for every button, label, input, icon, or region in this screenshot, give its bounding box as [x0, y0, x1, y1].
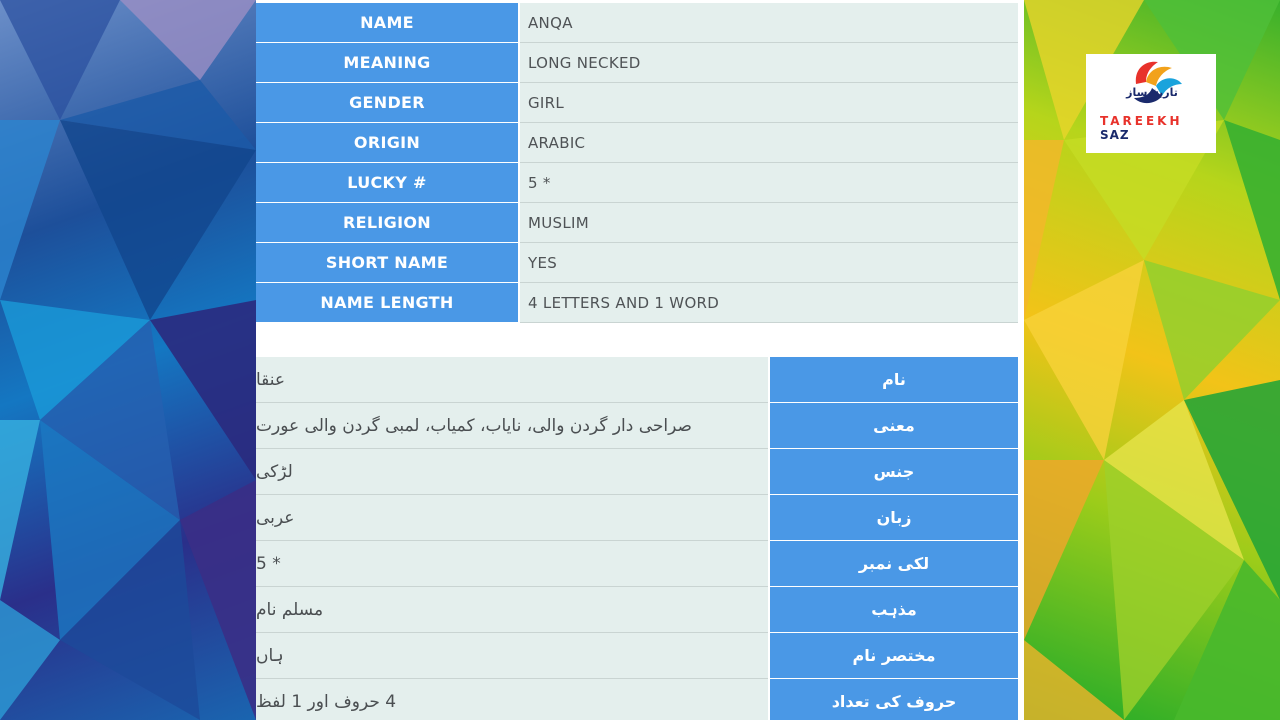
- row-label: جنس: [768, 449, 1018, 495]
- row-label: SHORT NAME: [256, 243, 520, 283]
- row-value: صراحی دار گردن والی، نایاب، کمیاب، لمبی …: [256, 403, 768, 449]
- row-value: 5 *: [520, 163, 1018, 203]
- row-label: GENDER: [256, 83, 520, 123]
- row-value: 5 *: [256, 541, 768, 587]
- table-row: مسلم نام مذہب: [256, 587, 1018, 633]
- table-row: MEANING LONG NECKED: [256, 43, 1018, 83]
- row-label: RELIGION: [256, 203, 520, 243]
- row-value: LONG NECKED: [520, 43, 1018, 83]
- table-row: GENDER GIRL: [256, 83, 1018, 123]
- row-value: عنقا: [256, 357, 768, 403]
- logo-brand-suffix: SAZ: [1100, 128, 1130, 142]
- row-value: YES: [520, 243, 1018, 283]
- table-row: ORIGIN ARABIC: [256, 123, 1018, 163]
- row-value: ANQA: [520, 3, 1018, 43]
- row-label: نام: [768, 357, 1018, 403]
- table-row: SHORT NAME YES: [256, 243, 1018, 283]
- row-value: GIRL: [520, 83, 1018, 123]
- table-row: NAME LENGTH 4 LETTERS AND 1 WORD: [256, 283, 1018, 323]
- row-value: ہاں: [256, 633, 768, 679]
- row-value-text: 5 *: [256, 553, 281, 574]
- row-label: حروف کی تعداد: [768, 679, 1018, 720]
- row-label: زبان: [768, 495, 1018, 541]
- table-row: RELIGION MUSLIM: [256, 203, 1018, 243]
- row-value-text: لڑکی: [256, 461, 293, 482]
- english-name-table: NAME ANQA MEANING LONG NECKED GENDER GIR…: [256, 3, 1018, 323]
- row-value-text: عربی: [256, 507, 295, 528]
- row-value-text: ہاں: [256, 646, 284, 666]
- row-value: ARABIC: [520, 123, 1018, 163]
- row-value: 4 LETTERS AND 1 WORD: [520, 283, 1018, 323]
- urdu-name-table: عنقا نام صراحی دار گردن والی، نایاب، کمی…: [256, 357, 1018, 720]
- row-label: لکی نمبر: [768, 541, 1018, 587]
- page: NAME ANQA MEANING LONG NECKED GENDER GIR…: [0, 0, 1280, 720]
- row-value-text: صراحی دار گردن والی، نایاب، کمیاب، لمبی …: [256, 415, 692, 436]
- table-row: LUCKY # 5 *: [256, 163, 1018, 203]
- logo-brand-text: TAREEKH SAZ: [1100, 114, 1216, 142]
- row-label: مختصر نام: [768, 633, 1018, 679]
- logo-swirl-icon: تاریخ ساز: [1125, 61, 1182, 104]
- left-background-panel: [0, 0, 256, 720]
- table-row: ہاں مختصر نام: [256, 633, 1018, 679]
- row-label: NAME: [256, 3, 520, 43]
- main-content: NAME ANQA MEANING LONG NECKED GENDER GIR…: [256, 0, 1024, 720]
- logo-urdu-text: تاریخ ساز: [1125, 86, 1178, 99]
- table-row: عربی زبان: [256, 495, 1018, 541]
- row-value: لڑکی: [256, 449, 768, 495]
- row-value: عربی: [256, 495, 768, 541]
- row-value: مسلم نام: [256, 587, 768, 633]
- row-label: MEANING: [256, 43, 520, 83]
- logo-brand-prefix: TAREEKH: [1100, 114, 1183, 128]
- table-row: عنقا نام: [256, 357, 1018, 403]
- table-row: 4 حروف اور 1 لفظ حروف کی تعداد: [256, 679, 1018, 720]
- row-value-text: 4 حروف اور 1 لفظ: [256, 691, 397, 712]
- table-row: لڑکی جنس: [256, 449, 1018, 495]
- row-value: MUSLIM: [520, 203, 1018, 243]
- table-row: صراحی دار گردن والی، نایاب، کمیاب، لمبی …: [256, 403, 1018, 449]
- table-row: NAME ANQA: [256, 3, 1018, 43]
- row-label: مذہب: [768, 587, 1018, 633]
- row-value-text: عنقا: [256, 369, 286, 390]
- table-row: 5 * لکی نمبر: [256, 541, 1018, 587]
- row-label: NAME LENGTH: [256, 283, 520, 323]
- row-label: ORIGIN: [256, 123, 520, 163]
- tareekh-saz-logo: تاریخ ساز TAREEKH SAZ: [1086, 54, 1216, 153]
- row-value-text: مسلم نام: [256, 599, 324, 620]
- row-label: معنی: [768, 403, 1018, 449]
- row-label: LUCKY #: [256, 163, 520, 203]
- row-value: 4 حروف اور 1 لفظ: [256, 679, 768, 720]
